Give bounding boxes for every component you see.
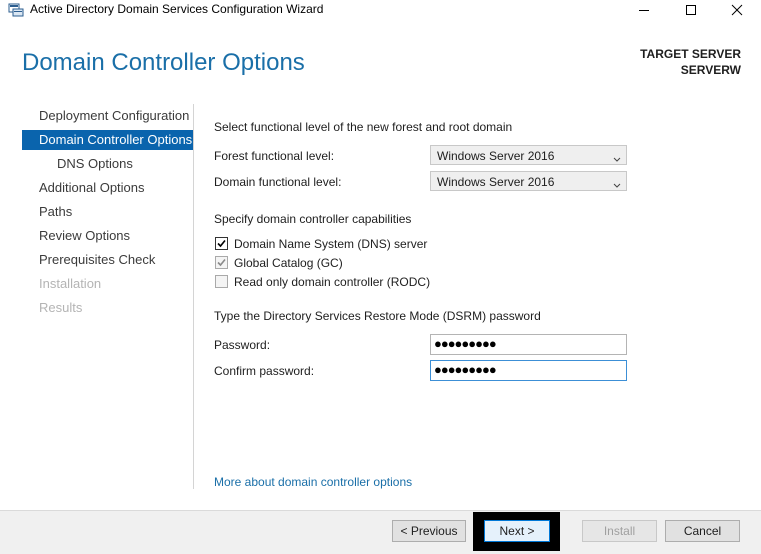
domain-level-value: Windows Server 2016 [437,175,555,189]
forest-level-label: Forest functional level: [214,149,335,163]
more-about-dc-options-link[interactable]: More about domain controller options [214,475,412,489]
cancel-button[interactable]: Cancel [665,520,740,542]
server-manager-icon [8,3,24,17]
minimize-icon [638,5,650,19]
nav-item-prerequisites-check[interactable]: Prerequisites Check [22,250,193,270]
chevron-down-icon [613,178,621,192]
global-catalog-checkbox [215,256,228,269]
password-field[interactable]: ●●●●●●●●● [430,334,627,355]
nav-item-paths[interactable]: Paths [22,202,193,222]
confirm-password-label: Confirm password: [214,364,315,378]
install-button: Install [582,520,657,542]
target-server-name: SERVERW [680,63,741,77]
rodc-label: Read only domain controller (RODC) [234,275,431,289]
maximize-icon [685,5,697,19]
nav-item-results: Results [39,300,83,315]
maximize-button[interactable] [668,0,714,20]
target-server-label: TARGET SERVER [640,47,741,61]
previous-button[interactable]: < Previous [392,520,466,542]
nav-item-domain-controller-options[interactable]: Domain Controller Options [22,130,193,150]
forest-level-value: Windows Server 2016 [437,149,555,163]
functional-level-heading: Select functional level of the new fores… [214,120,513,134]
chevron-down-icon [613,152,621,166]
domain-level-select[interactable]: Windows Server 2016 [430,171,627,191]
dns-server-label: Domain Name System (DNS) server [234,237,428,251]
nav-divider [193,104,194,489]
close-icon [731,4,743,19]
nav-item-deployment-configuration[interactable]: Deployment Configuration [22,106,193,126]
page-title: Domain Controller Options [22,49,305,76]
title-bar: Active Directory Domain Services Configu… [0,0,761,20]
forest-level-select[interactable]: Windows Server 2016 [430,145,627,165]
nav-item-additional-options[interactable]: Additional Options [22,178,193,198]
password-value: ●●●●●●●●● [434,336,497,351]
capabilities-heading: Specify domain controller capabilities [214,212,412,226]
checkmark-icon [217,258,226,267]
domain-level-label: Domain functional level: [214,175,342,189]
dns-server-checkbox[interactable] [215,237,228,250]
global-catalog-label: Global Catalog (GC) [234,256,343,270]
confirm-password-value: ●●●●●●●●● [434,362,497,377]
close-button[interactable] [714,0,760,20]
nav-item-review-options[interactable]: Review Options [22,226,193,246]
confirm-password-field[interactable]: ●●●●●●●●● [430,360,627,381]
minimize-button[interactable] [621,0,667,20]
nav-item-installation: Installation [39,276,102,291]
password-label: Password: [214,338,271,352]
next-button[interactable]: Next > [484,520,550,542]
rodc-checkbox [215,275,228,288]
checkmark-icon [217,239,226,248]
nav-item-dns-options[interactable]: DNS Options [22,154,193,174]
dsrm-heading: Type the Directory Services Restore Mode… [214,309,541,323]
window-title: Active Directory Domain Services Configu… [30,2,324,16]
